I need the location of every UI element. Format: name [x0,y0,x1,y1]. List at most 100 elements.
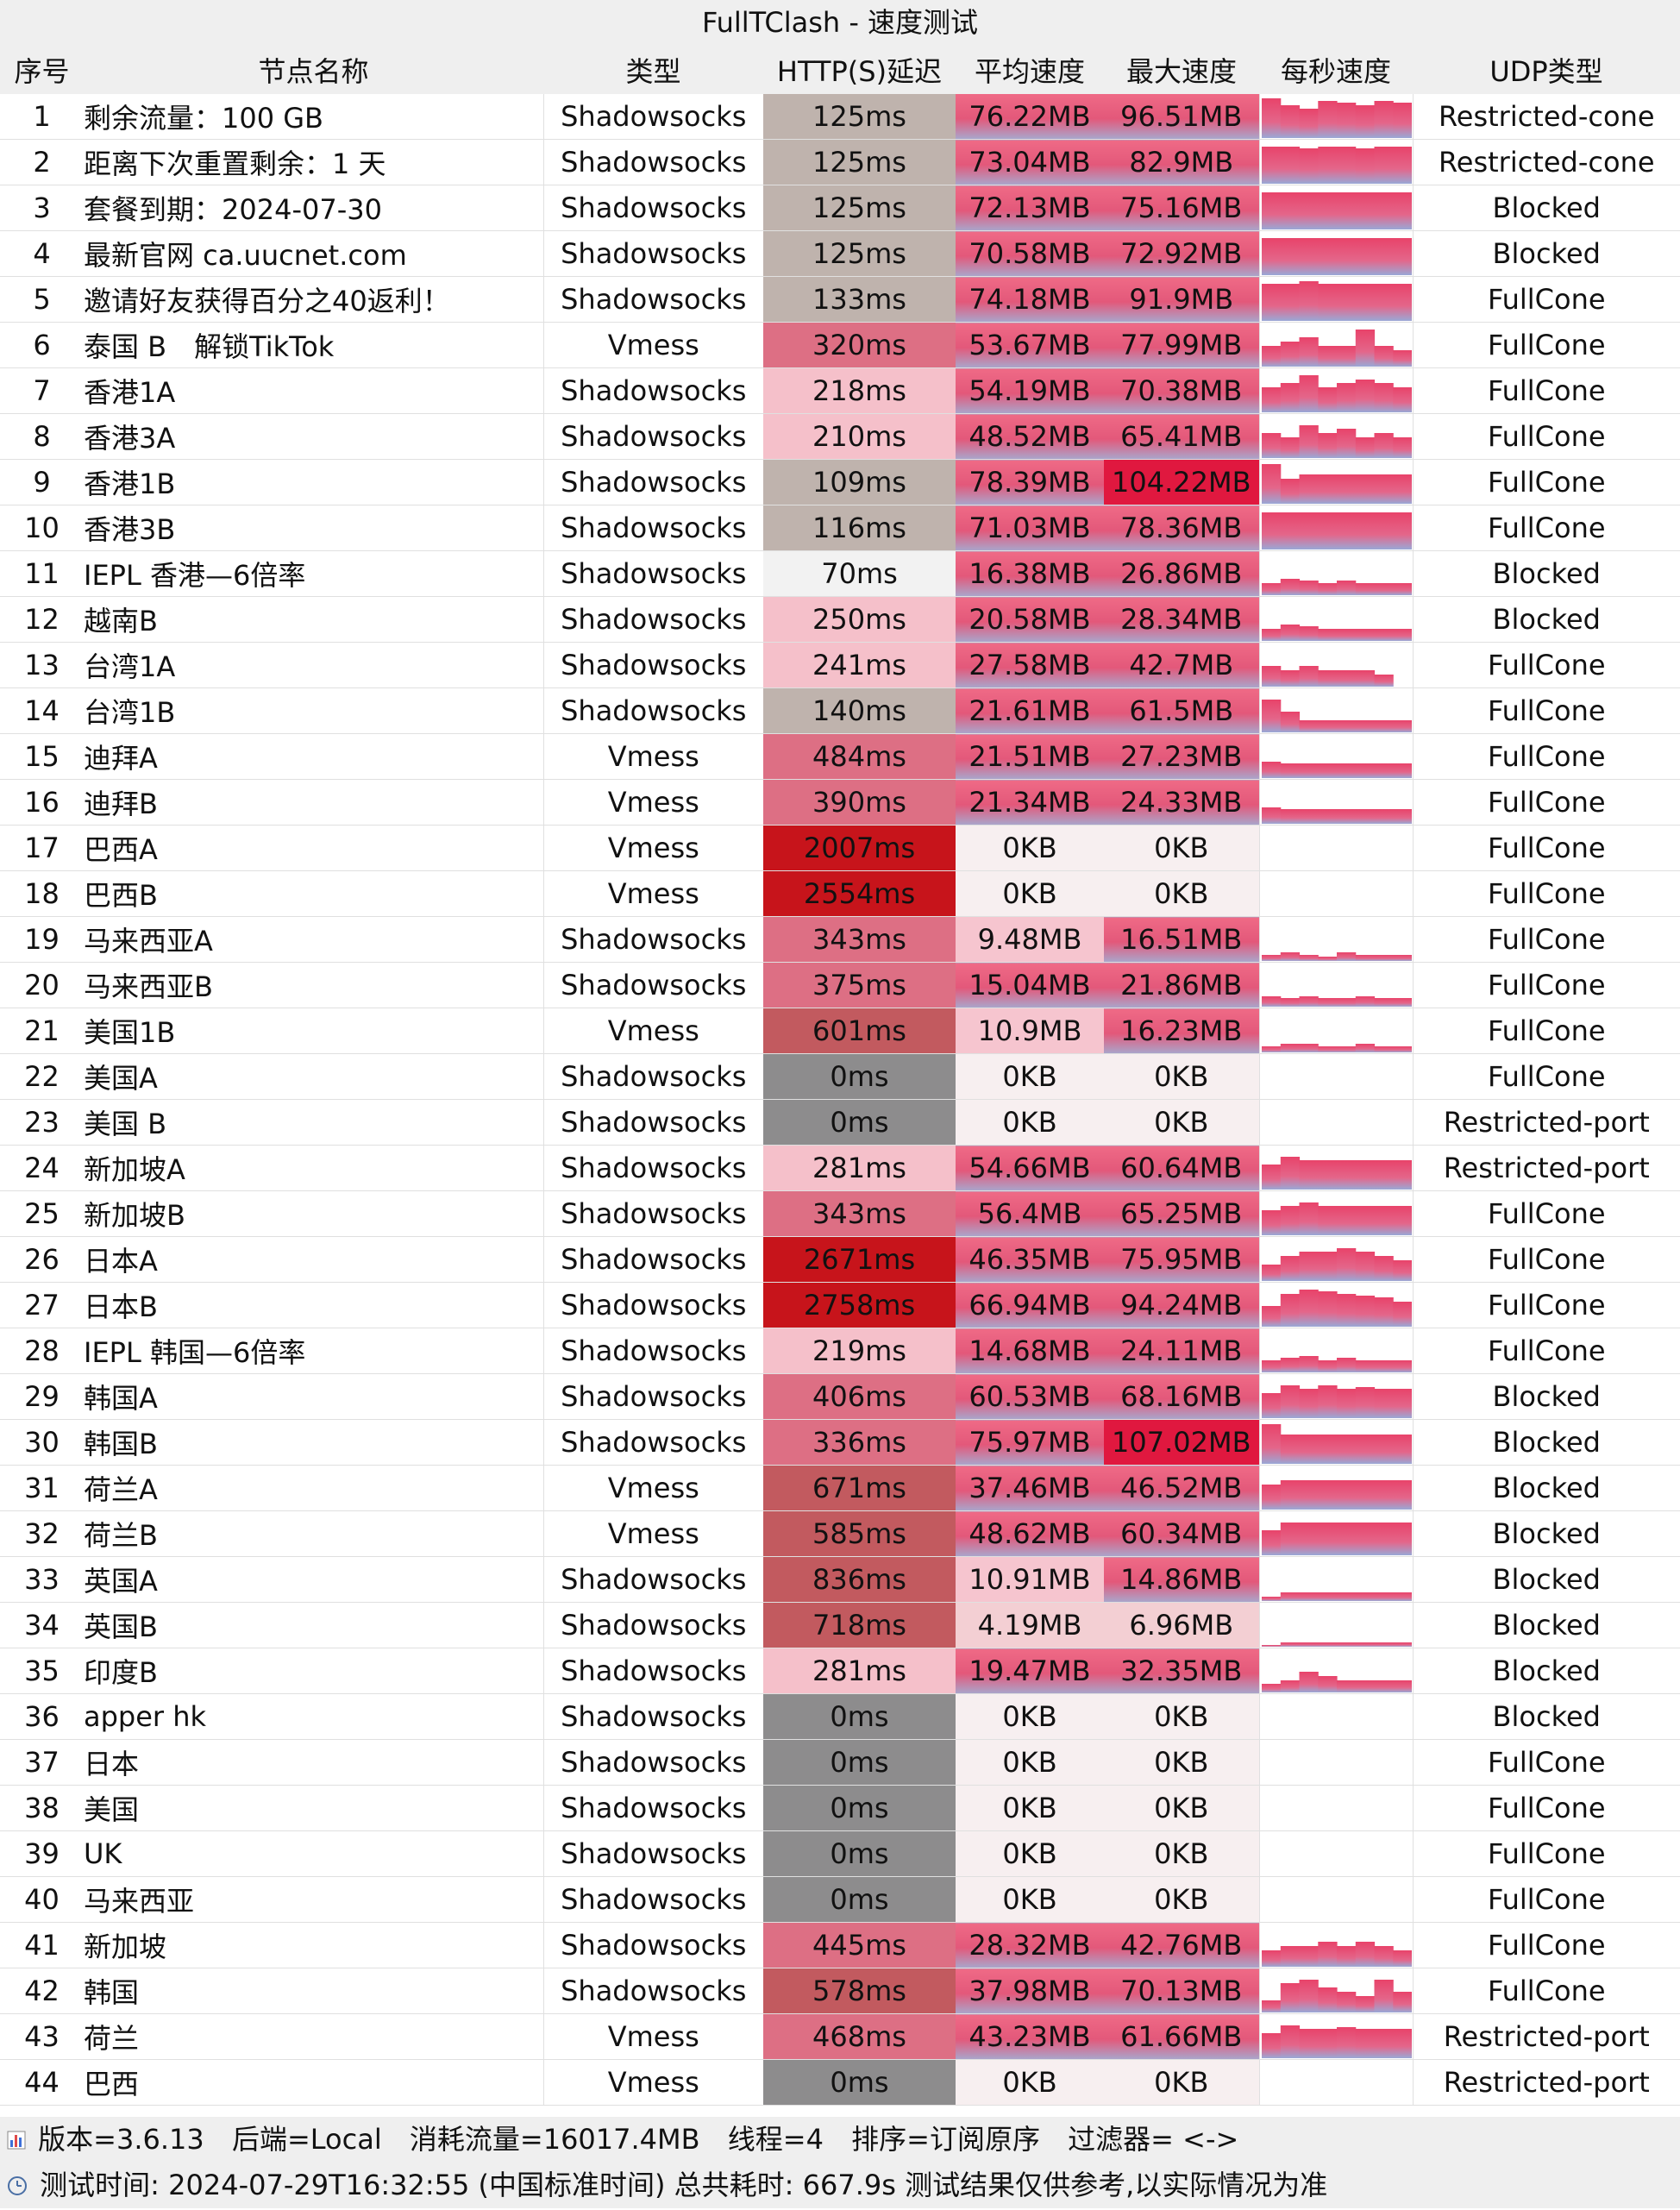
header-per-second-speed: 每秒速度 [1259,46,1413,94]
cell-index: 5 [0,276,84,323]
cell-delay: 585ms [763,1510,956,1557]
speed-sparkline [1261,1290,1412,1327]
speed-sparkline [1261,1642,1412,1647]
cell-per-second-speed [1258,1922,1414,1968]
cell-index: 30 [0,1419,84,1466]
cell-avg-speed: 54.19MB [956,367,1104,414]
cell-per-second-speed [1258,1876,1414,1923]
speed-bar [1374,1680,1394,1692]
speed-bar [1336,1680,1356,1692]
cell-avg-speed: 72.13MB [956,185,1104,231]
cell-type: Shadowsocks [543,1282,763,1328]
cell-per-second-speed [1258,962,1414,1008]
speed-bar [1355,629,1375,641]
speed-bar [1299,666,1319,687]
cell-type: Shadowsocks [543,413,763,460]
speed-bar [1336,1592,1356,1601]
speed-bar [1392,629,1412,641]
cell-index: 29 [0,1373,84,1420]
speed-bar [1299,1946,1319,1967]
table-row: 14 台湾1B Shadowsocks 140ms 21.61MB 61.5MB FullC… [0,687,1680,734]
node-name-text: 日本A [84,1245,158,1278]
speed-bar [1261,98,1281,138]
cell-node-name: 英国A [84,1556,544,1603]
cell-node-name: 韩国 [84,1968,544,2014]
cell-max-speed: 0KB [1104,1053,1259,1100]
cell-delay: 281ms [763,1145,956,1191]
cell-udp-type: FullCone [1413,1053,1680,1100]
speed-bar [1261,1393,1281,1418]
speed-bar [1355,1387,1375,1418]
speed-bar [1280,1642,1300,1647]
cell-delay: 2671ms [763,1236,956,1283]
cell-type: Shadowsocks [543,687,763,734]
cell-delay: 125ms [763,230,956,277]
speed-bar [1336,1248,1356,1281]
cell-udp-type: Blocked [1413,185,1680,231]
table-row: 32 荷兰B Vmess 585ms 48.62MB 60.34MB Blocked [0,1510,1680,1557]
cell-node-name: UK [84,1830,544,1877]
cell-max-speed: 0KB [1104,870,1259,917]
cell-delay: 671ms [763,1465,956,1511]
speed-bar [1374,474,1394,504]
speed-bar [1299,581,1319,595]
cell-avg-speed: 0KB [956,1876,1104,1923]
table-row: 13 台湾1A Shadowsocks 241ms 27.58MB 42.7MB FullC… [0,642,1680,688]
table-row: 7 香港1A Shadowsocks 218ms 54.19MB 70.38MB FullC… [0,367,1680,414]
cell-avg-speed: 0KB [956,1785,1104,1831]
header-index: 序号 [0,46,84,94]
cell-delay: 2007ms [763,825,956,871]
cell-per-second-speed [1258,459,1414,505]
speed-bar [1261,2033,1281,2058]
speed-bar [1336,147,1356,184]
speed-bar [1280,1294,1300,1327]
speed-bar [1392,1389,1412,1418]
speed-bar [1355,1480,1375,1510]
speed-bar [1355,105,1375,138]
speed-sparkline [1261,330,1412,367]
speed-bar [1299,1592,1319,1601]
cell-avg-speed: 14.68MB [956,1328,1104,1374]
node-name-text: 泰国 B 解锁TikTok [84,330,335,363]
table-body: 1 剩余流量：100 GB Shadowsocks 125ms 76.22MB 96.51… [0,94,1680,2106]
cell-udp-type: FullCone [1413,1190,1680,1237]
node-name-text: 美国 [84,1793,140,1826]
cell-per-second-speed [1258,1968,1414,2014]
speed-bar [1355,284,1375,321]
speed-sparkline [1262,1832,1412,1875]
cell-udp-type: FullCone [1413,962,1680,1008]
speed-bar [1317,1480,1338,1510]
speed-bar [1336,346,1356,367]
speed-bar [1336,103,1356,138]
node-name-text: 越南B [84,605,158,637]
speed-bar [1392,583,1412,595]
speed-bar [1374,1256,1394,1281]
speed-bar [1299,763,1319,778]
cell-max-speed: 24.33MB [1104,779,1259,826]
table-row: 15 迪拜A Vmess 484ms 21.51MB 27.23MB FullCone [0,733,1680,780]
cell-per-second-speed [1258,139,1414,185]
node-name-text: UK [84,1837,122,1870]
cell-node-name: 荷兰A [84,1465,544,1511]
speed-bar [1299,238,1319,275]
cell-max-speed: 0KB [1104,825,1259,871]
cell-max-speed: 60.34MB [1104,1510,1259,1557]
speed-bar [1261,238,1281,275]
table-row: 8 香港3A Shadowsocks 210ms 48.52MB 65.41MB FullC… [0,413,1680,460]
speed-bar [1355,1435,1375,1464]
speed-bar [1299,148,1319,184]
cell-udp-type: FullCone [1413,1968,1680,2014]
cell-index: 3 [0,185,84,231]
speed-sparkline [1261,425,1412,458]
cell-delay: 406ms [763,1373,956,1420]
cell-max-speed: 26.86MB [1104,550,1259,597]
table-row: 37 日本 Shadowsocks 0ms 0KB 0KB FullCone [0,1739,1680,1786]
footer-time-line: 测试时间: 2024-07-29T16:32:55 (中国标准时间) 总共耗时:… [0,2163,1680,2208]
cell-delay: 578ms [763,1968,956,2014]
cell-avg-speed: 16.38MB [956,550,1104,597]
cell-per-second-speed [1258,94,1414,140]
node-name-text: 荷兰 [84,2022,140,2055]
cell-max-speed: 0KB [1104,1099,1259,1146]
speed-bar [1261,807,1281,824]
cell-max-speed: 96.51MB [1104,94,1259,140]
